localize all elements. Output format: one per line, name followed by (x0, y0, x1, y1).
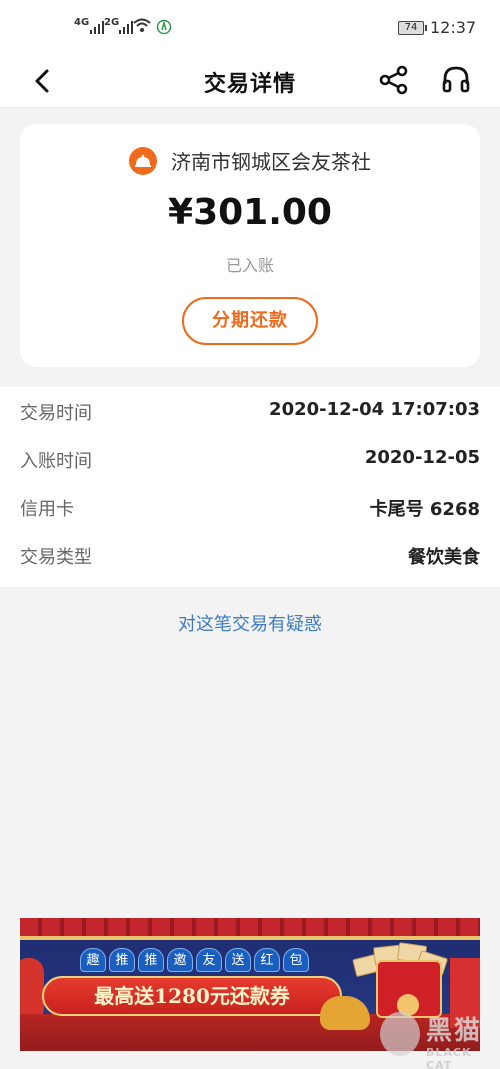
lantern-icon (20, 958, 44, 1022)
ribbon-char: 推 (109, 948, 135, 972)
detail-row-time: 交易时间 2020-12-04 17:07:03 (20, 399, 480, 429)
ribbon-char: 邀 (167, 948, 193, 972)
watermark-sub: BLACK CAT (426, 1046, 472, 1069)
clock: 12:37 (430, 18, 477, 37)
installment-button[interactable]: 分期还款 (182, 297, 318, 345)
detail-value: 2020-12-05 (364, 447, 480, 468)
detail-label: 入账时间 (20, 451, 92, 472)
dining-bell-icon (129, 146, 157, 175)
detail-row-card: 信用卡 卡尾号 6268 (20, 495, 480, 525)
battery-icon: 74 (398, 21, 427, 35)
detail-label: 交易类型 (20, 547, 92, 568)
dispute-link[interactable]: 对这笔交易有疑惑 (0, 610, 500, 636)
network-label-1: 4G (74, 17, 90, 28)
merchant-row: 济南市钢城区会友茶社 (20, 146, 480, 175)
network-label-2: 2G (104, 17, 120, 28)
detail-row-posting: 入账时间 2020-12-05 (20, 447, 480, 477)
watermark: 黑猫 BLACK CAT (380, 1002, 498, 1069)
ribbon-char: 推 (138, 948, 164, 972)
ribbon-char: 红 (254, 948, 280, 972)
share-icon[interactable] (378, 64, 410, 96)
banner-eave (20, 918, 480, 936)
nav-bar: 交易详情 (0, 56, 500, 108)
detail-value: 餐饮美食 (408, 547, 480, 568)
signal-icon (119, 20, 133, 34)
banner-ribbon: 趣 推 推 邀 友 送 红 包 (80, 948, 309, 972)
merchant-name: 济南市钢城区会友茶社 (171, 150, 371, 174)
cat-logo-icon (380, 1012, 420, 1056)
battery-level: 74 (404, 22, 418, 33)
signal-icon (90, 20, 104, 34)
banner-trim (20, 936, 480, 940)
detail-label: 交易时间 (20, 403, 92, 424)
golden-ox-icon (320, 996, 370, 1030)
ribbon-char: 友 (196, 948, 222, 972)
customer-service-icon[interactable] (440, 64, 472, 96)
data-saver-icon (156, 19, 172, 35)
transaction-amount: ¥301.00 (168, 192, 332, 233)
ribbon-char: 送 (225, 948, 251, 972)
detail-label: 信用卡 (20, 499, 74, 520)
status-bar: 4G 2G 74 12:37 (0, 0, 500, 56)
details-list: 交易时间 2020-12-04 17:07:03 入账时间 2020-12-05… (0, 387, 500, 587)
watermark-text: 黑猫 (426, 1016, 483, 1046)
ribbon-char: 趣 (80, 948, 106, 972)
banner-headline: 最高送1280元还款券 (42, 976, 342, 1016)
transaction-status: 已入账 (225, 256, 274, 275)
detail-row-type: 交易类型 餐饮美食 (20, 543, 480, 573)
ribbon-char: 包 (283, 948, 309, 972)
page-title: 交易详情 (203, 72, 296, 97)
transaction-card: 济南市钢城区会友茶社 ¥301.00 已入账 分期还款 (20, 124, 480, 367)
detail-value: 2020-12-04 17:07:03 (269, 399, 480, 420)
detail-value: 卡尾号 6268 (369, 499, 480, 520)
wifi-icon (133, 18, 151, 32)
